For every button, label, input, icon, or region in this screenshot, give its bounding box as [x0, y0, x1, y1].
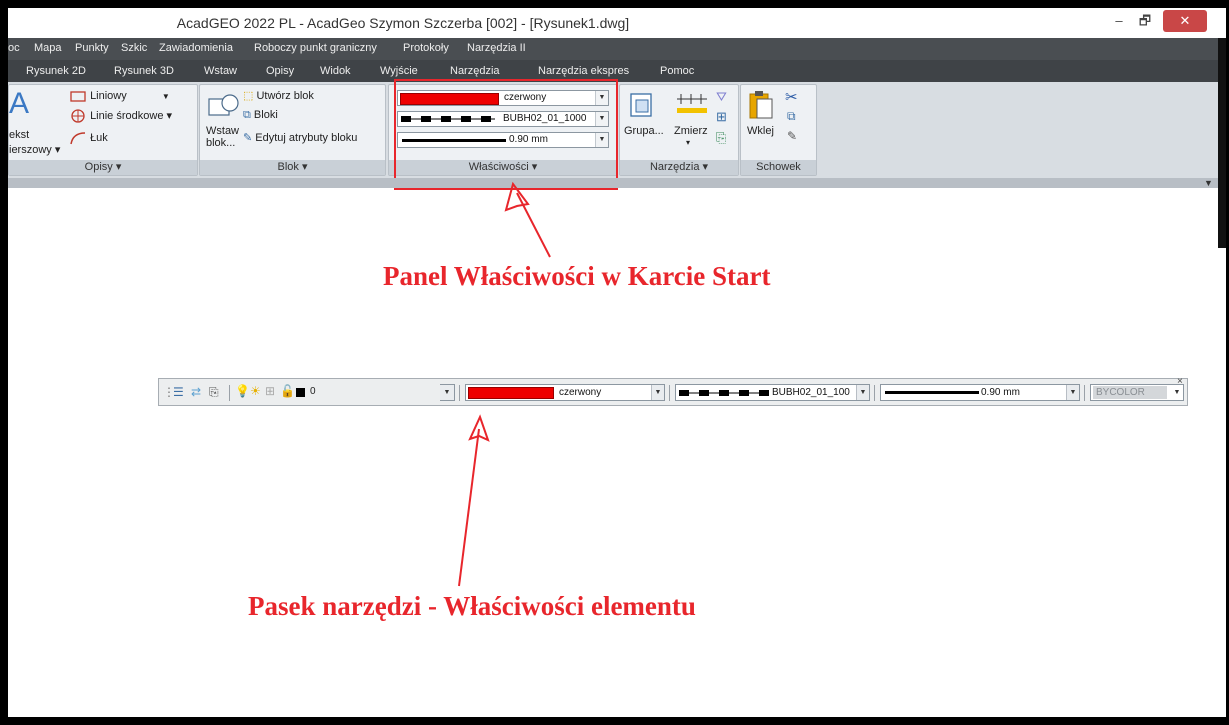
light-bulb-icon[interactable]: 💡: [235, 384, 250, 398]
annotation-toolbar-label: Pasek narzędzi - Właściwości elementu: [248, 591, 696, 621]
properties-toolbar: ⋮ ☰ ⇄ ⎘ 💡 ☀ ⊞ 🔓 0 ▼ czerwony ▼ BUBH02_01…: [158, 376, 1188, 406]
toolbar-plotstyle-dropdown[interactable]: BYCOLOR ▼: [1090, 384, 1184, 401]
separator: [874, 385, 875, 401]
chevron-down-icon[interactable]: ▼: [651, 385, 664, 400]
toolbar-plotstyle-value: BYCOLOR: [1096, 387, 1145, 398]
chevron-down-icon[interactable]: ▼: [1066, 385, 1079, 400]
toolbar-color-value: czerwony: [559, 387, 602, 398]
make-current-icon[interactable]: ⎘: [209, 385, 219, 400]
layer-manager-icon[interactable]: ☰: [173, 385, 184, 399]
color-swatch: [468, 387, 554, 399]
annotation-panel-label: Panel Właściwości w Karcie Start: [383, 261, 771, 291]
toolbar-close-icon[interactable]: ×: [1177, 376, 1183, 387]
layer-dropdown[interactable]: ▼: [440, 384, 455, 401]
lineweight-preview-icon: [885, 391, 979, 394]
chevron-down-icon[interactable]: ▼: [1171, 385, 1183, 400]
viewport-freeze-icon[interactable]: ⊞: [265, 384, 275, 398]
application-window: AcadGEO 2022 PL - AcadGeo Szymon Szczerb…: [8, 8, 1226, 717]
separator: [669, 385, 670, 401]
linetype-preview-icon: [679, 390, 769, 396]
chevron-down-icon[interactable]: ▼: [856, 385, 869, 400]
chevron-down-icon[interactable]: ▼: [440, 385, 454, 400]
separator: [229, 385, 230, 401]
toolbar-linetype-dropdown[interactable]: BUBH02_01_100 ▼: [675, 384, 870, 401]
separator: [1084, 385, 1085, 401]
separator: [459, 385, 460, 401]
toolbar-lineweight-dropdown[interactable]: 0.90 mm ▼: [880, 384, 1080, 401]
sun-icon[interactable]: ☀: [250, 384, 261, 398]
toolbar-lineweight-value: 0.90 mm: [981, 387, 1020, 398]
layer-previous-icon[interactable]: ⇄: [191, 385, 201, 399]
layer-name[interactable]: 0: [310, 386, 316, 397]
lock-icon[interactable]: 🔓: [280, 384, 295, 398]
toolbar-linetype-value: BUBH02_01_100: [772, 387, 850, 398]
layer-color-swatch: [296, 388, 305, 397]
toolbar-color-dropdown[interactable]: czerwony ▼: [465, 384, 665, 401]
